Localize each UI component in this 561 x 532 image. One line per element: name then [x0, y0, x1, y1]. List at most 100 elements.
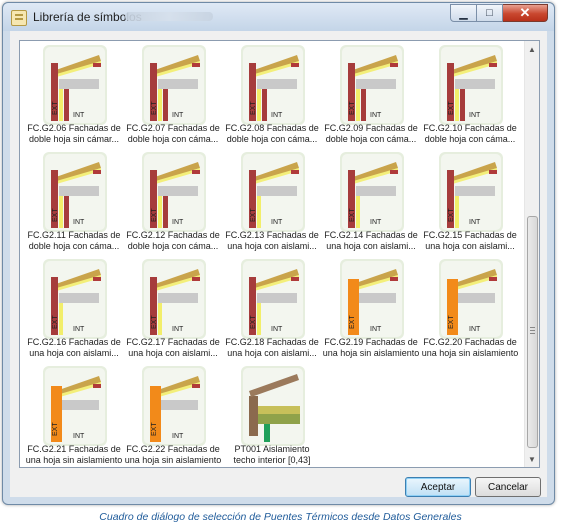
dialog-body: EXT INT FC.G2.06 Fachadas de doble hoja sin… — [10, 31, 547, 497]
symbol-caption-line1: FC.G2.15 Fachadas de — [423, 230, 517, 240]
symbol-item[interactable]: EXT INT FC.G2.22 Fachadas de una hoja sin a… — [124, 366, 222, 467]
symbol-thumbnail: EXT INT — [241, 152, 305, 232]
symbol-thumbnail: EXT INT — [142, 366, 206, 446]
accept-button[interactable]: Aceptar — [405, 477, 471, 497]
symbol-caption-line2: una hoja con aislami... — [425, 241, 515, 251]
symbol-item[interactable]: EXT INT FC.G2.06 Fachadas de doble hoja sin… — [25, 45, 123, 151]
maximize-button[interactable]: □ — [477, 4, 503, 22]
symbol-item[interactable]: EXT INT FC.G2.14 Fachadas de una hoja con a… — [322, 152, 420, 258]
symbol-caption-line1: FC.G2.10 Fachadas de — [423, 123, 517, 133]
symbol-thumbnail — [241, 366, 305, 446]
symbol-thumbnail: EXT INT — [142, 152, 206, 232]
ext-label: EXT — [448, 315, 455, 329]
ext-label: EXT — [52, 208, 59, 222]
ext-label: EXT — [151, 315, 158, 329]
symbol-thumbnail: EXT INT — [43, 366, 107, 446]
symbol-thumbnail: EXT INT — [340, 152, 404, 232]
symbol-caption-line2: doble hoja con cáma... — [424, 134, 516, 144]
symbol-caption-line1: FC.G2.06 Fachadas de — [27, 123, 121, 133]
symbol-caption-line1: FC.G2.19 Fachadas de — [324, 337, 418, 347]
symbol-caption-line1: FC.G2.18 Fachadas de — [225, 337, 319, 347]
int-label: INT — [73, 219, 85, 226]
ext-label: EXT — [250, 208, 257, 222]
symbol-thumbnail: EXT INT — [439, 45, 503, 125]
symbol-caption-line2: una hoja sin aislamiento — [25, 455, 123, 465]
symbol-caption-line1: FC.G2.20 Fachadas de — [423, 337, 517, 347]
symbol-item[interactable]: EXT INT FC.G2.07 Fachadas de doble hoja con… — [124, 45, 222, 151]
symbol-caption-line1: FC.G2.16 Fachadas de — [27, 337, 121, 347]
symbol-caption-line2: una hoja con aislami... — [227, 348, 317, 358]
symbol-caption: FC.G2.14 Fachadas de una hoja con aislami… — [322, 230, 420, 252]
vertical-scrollbar[interactable]: ▲ ▼ — [524, 41, 539, 467]
symbol-caption: FC.G2.06 Fachadas de doble hoja sin cámar… — [25, 123, 123, 145]
int-label: INT — [271, 326, 283, 333]
symbol-caption-line1: FC.G2.14 Fachadas de — [324, 230, 418, 240]
symbol-item[interactable]: EXT INT FC.G2.16 Fachadas de una hoja con a… — [25, 259, 123, 365]
symbol-caption-line2: doble hoja con cáma... — [325, 134, 417, 144]
symbol-caption: FC.G2.15 Fachadas de una hoja con aislami… — [421, 230, 519, 252]
symbol-caption-line1: FC.G2.12 Fachadas de — [126, 230, 220, 240]
symbol-thumbnail: EXT INT — [43, 152, 107, 232]
symbol-thumbnail: EXT INT — [241, 45, 305, 125]
symbol-item[interactable]: EXT INT FC.G2.12 Fachadas de doble hoja con… — [124, 152, 222, 258]
symbol-caption: FC.G2.10 Fachadas de doble hoja con cáma.… — [421, 123, 519, 145]
symbol-thumbnail: EXT INT — [340, 45, 404, 125]
symbol-list[interactable]: EXT INT FC.G2.06 Fachadas de doble hoja sin… — [19, 40, 540, 468]
close-button[interactable]: ✕ — [503, 4, 548, 22]
int-label: INT — [172, 326, 184, 333]
symbol-item[interactable]: PT001 Aislamiento techo interior [0,43] — [223, 366, 321, 467]
symbol-caption: FC.G2.17 Fachadas de una hoja con aislami… — [124, 337, 222, 359]
symbol-caption: FC.G2.13 Fachadas de una hoja con aislami… — [223, 230, 321, 252]
minimize-button[interactable]: ▁ — [450, 4, 477, 22]
symbol-item[interactable]: EXT INT FC.G2.08 Fachadas de doble hoja con… — [223, 45, 321, 151]
symbol-caption-line2: una hoja con aislami... — [227, 241, 317, 251]
ext-label: EXT — [52, 422, 59, 436]
symbol-item[interactable]: EXT INT FC.G2.19 Fachadas de una hoja sin a… — [322, 259, 420, 365]
symbol-item[interactable]: EXT INT FC.G2.13 Fachadas de una hoja con a… — [223, 152, 321, 258]
symbol-caption: FC.G2.19 Fachadas de una hoja sin aislami… — [322, 337, 420, 359]
int-label: INT — [73, 326, 85, 333]
ext-label: EXT — [349, 101, 356, 115]
cancel-button[interactable]: Cancelar — [475, 477, 541, 497]
ext-label: EXT — [250, 101, 257, 115]
symbol-item[interactable]: EXT INT FC.G2.18 Fachadas de una hoja con a… — [223, 259, 321, 365]
symbol-thumbnail: EXT INT — [439, 259, 503, 339]
symbol-caption: FC.G2.21 Fachadas de una hoja sin aislami… — [25, 444, 123, 466]
symbol-item[interactable]: EXT INT FC.G2.10 Fachadas de doble hoja con… — [421, 45, 519, 151]
ext-label: EXT — [349, 208, 356, 222]
symbol-caption-line1: FC.G2.11 Fachadas de — [27, 230, 121, 240]
int-label: INT — [469, 112, 481, 119]
symbol-caption-line1: FC.G2.22 Fachadas de — [126, 444, 220, 454]
ext-label: EXT — [151, 422, 158, 436]
scrollbar-thumb[interactable] — [527, 216, 538, 448]
symbol-caption-line2: una hoja sin aislamiento — [124, 455, 222, 465]
symbol-caption-line2: doble hoja con cáma... — [127, 134, 219, 144]
symbol-item[interactable]: EXT INT FC.G2.11 Fachadas de doble hoja con… — [25, 152, 123, 258]
symbol-caption: FC.G2.16 Fachadas de una hoja con aislami… — [25, 337, 123, 359]
symbol-item[interactable]: EXT INT FC.G2.09 Fachadas de doble hoja con… — [322, 45, 420, 151]
symbol-caption-line2: doble hoja sin cámar... — [28, 134, 120, 144]
int-label: INT — [73, 433, 85, 440]
symbol-thumbnail: EXT INT — [241, 259, 305, 339]
symbol-caption: FC.G2.08 Fachadas de doble hoja con cáma.… — [223, 123, 321, 145]
symbol-item[interactable]: EXT INT FC.G2.20 Fachadas de una hoja sin a… — [421, 259, 519, 365]
ext-label: EXT — [349, 315, 356, 329]
title-bar[interactable]: Librería de símbolos ▁ □ ✕ — [3, 3, 554, 31]
int-label: INT — [370, 219, 382, 226]
symbol-caption: FC.G2.22 Fachadas de una hoja sin aislami… — [124, 444, 222, 466]
symbol-caption-line1: FC.G2.07 Fachadas de — [126, 123, 220, 133]
symbol-caption-line2: doble hoja con cáma... — [28, 241, 120, 251]
ext-label: EXT — [52, 101, 59, 115]
int-label: INT — [469, 326, 481, 333]
figure-caption: Cuadro de diálogo de selección de Puente… — [99, 511, 462, 523]
symbol-item[interactable]: EXT INT FC.G2.15 Fachadas de una hoja con a… — [421, 152, 519, 258]
scroll-down-arrow-icon[interactable]: ▼ — [527, 454, 537, 464]
symbol-caption-line1: FC.G2.17 Fachadas de — [126, 337, 220, 347]
ext-label: EXT — [448, 208, 455, 222]
int-label: INT — [370, 112, 382, 119]
symbol-item[interactable]: EXT INT FC.G2.17 Fachadas de una hoja con a… — [124, 259, 222, 365]
int-label: INT — [172, 112, 184, 119]
symbol-caption: FC.G2.07 Fachadas de doble hoja con cáma.… — [124, 123, 222, 145]
scroll-up-arrow-icon[interactable]: ▲ — [527, 44, 537, 54]
symbol-item[interactable]: EXT INT FC.G2.21 Fachadas de una hoja sin a… — [25, 366, 123, 467]
